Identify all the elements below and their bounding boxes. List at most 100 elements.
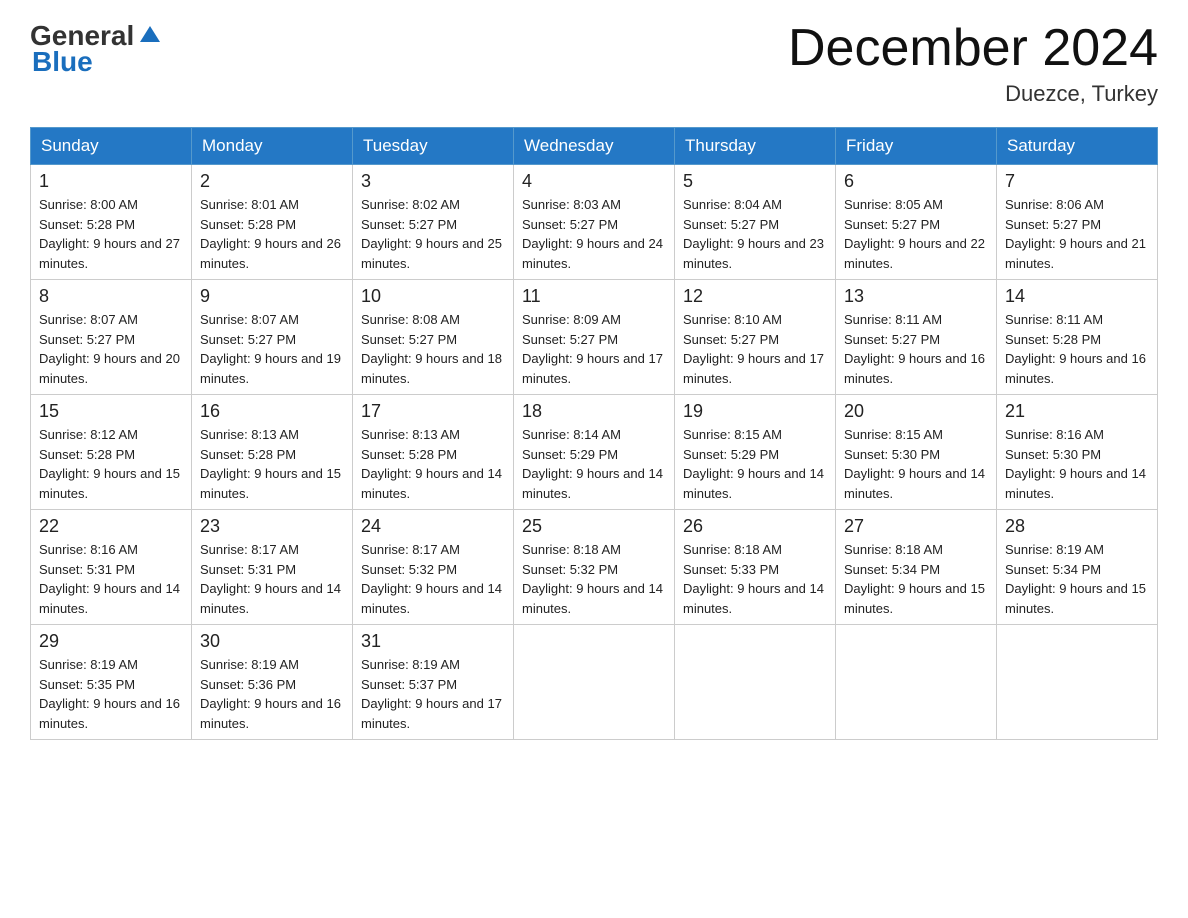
day-info: Sunrise: 8:19 AMSunset: 5:37 PMDaylight:… [361, 655, 505, 733]
day-number: 17 [361, 401, 505, 422]
calendar-header-monday: Monday [192, 128, 353, 165]
calendar-week-2: 8 Sunrise: 8:07 AMSunset: 5:27 PMDaylight… [31, 280, 1158, 395]
title-block: December 2024 Duezce, Turkey [788, 20, 1158, 107]
day-info: Sunrise: 8:17 AMSunset: 5:31 PMDaylight:… [200, 540, 344, 618]
calendar-cell: 12 Sunrise: 8:10 AMSunset: 5:27 PMDayligh… [675, 280, 836, 395]
day-info: Sunrise: 8:03 AMSunset: 5:27 PMDaylight:… [522, 195, 666, 273]
day-number: 31 [361, 631, 505, 652]
calendar-cell: 11 Sunrise: 8:09 AMSunset: 5:27 PMDayligh… [514, 280, 675, 395]
calendar-cell: 21 Sunrise: 8:16 AMSunset: 5:30 PMDayligh… [997, 395, 1158, 510]
calendar-cell [514, 625, 675, 740]
day-info: Sunrise: 8:07 AMSunset: 5:27 PMDaylight:… [200, 310, 344, 388]
day-number: 29 [39, 631, 183, 652]
day-number: 8 [39, 286, 183, 307]
day-number: 24 [361, 516, 505, 537]
calendar-cell: 17 Sunrise: 8:13 AMSunset: 5:28 PMDayligh… [353, 395, 514, 510]
page-header: General Blue December 2024 Duezce, Turke… [30, 20, 1158, 107]
calendar-cell [997, 625, 1158, 740]
calendar-cell: 24 Sunrise: 8:17 AMSunset: 5:32 PMDayligh… [353, 510, 514, 625]
day-number: 27 [844, 516, 988, 537]
day-info: Sunrise: 8:13 AMSunset: 5:28 PMDaylight:… [200, 425, 344, 503]
day-info: Sunrise: 8:11 AMSunset: 5:27 PMDaylight:… [844, 310, 988, 388]
calendar-cell: 27 Sunrise: 8:18 AMSunset: 5:34 PMDayligh… [836, 510, 997, 625]
logo-blue-text: Blue [32, 46, 93, 77]
day-info: Sunrise: 8:16 AMSunset: 5:31 PMDaylight:… [39, 540, 183, 618]
day-number: 30 [200, 631, 344, 652]
day-info: Sunrise: 8:13 AMSunset: 5:28 PMDaylight:… [361, 425, 505, 503]
calendar-cell: 26Sunrise: 8:18 AMSunset: 5:33 PMDayligh… [675, 510, 836, 625]
day-info: Sunrise: 8:02 AMSunset: 5:27 PMDaylight:… [361, 195, 505, 273]
calendar-header-wednesday: Wednesday [514, 128, 675, 165]
calendar-cell: 8 Sunrise: 8:07 AMSunset: 5:27 PMDaylight… [31, 280, 192, 395]
day-info: Sunrise: 8:07 AMSunset: 5:27 PMDaylight:… [39, 310, 183, 388]
calendar-cell: 25Sunrise: 8:18 AMSunset: 5:32 PMDayligh… [514, 510, 675, 625]
day-number: 10 [361, 286, 505, 307]
day-number: 3 [361, 171, 505, 192]
day-info: Sunrise: 8:14 AMSunset: 5:29 PMDaylight:… [522, 425, 666, 503]
calendar-week-3: 15 Sunrise: 8:12 AMSunset: 5:28 PMDayligh… [31, 395, 1158, 510]
day-number: 1 [39, 171, 183, 192]
calendar-cell: 4 Sunrise: 8:03 AMSunset: 5:27 PMDaylight… [514, 165, 675, 280]
day-number: 25 [522, 516, 666, 537]
day-info: Sunrise: 8:19 AMSunset: 5:36 PMDaylight:… [200, 655, 344, 733]
calendar-cell: 7 Sunrise: 8:06 AMSunset: 5:27 PMDaylight… [997, 165, 1158, 280]
day-info: Sunrise: 8:15 AMSunset: 5:29 PMDaylight:… [683, 425, 827, 503]
day-info: Sunrise: 8:10 AMSunset: 5:27 PMDaylight:… [683, 310, 827, 388]
day-info: Sunrise: 8:04 AMSunset: 5:27 PMDaylight:… [683, 195, 827, 273]
calendar-table: SundayMondayTuesdayWednesdayThursdayFrid… [30, 127, 1158, 740]
day-number: 23 [200, 516, 344, 537]
day-info: Sunrise: 8:12 AMSunset: 5:28 PMDaylight:… [39, 425, 183, 503]
day-number: 28 [1005, 516, 1149, 537]
calendar-cell: 9 Sunrise: 8:07 AMSunset: 5:27 PMDaylight… [192, 280, 353, 395]
day-info: Sunrise: 8:11 AMSunset: 5:28 PMDaylight:… [1005, 310, 1149, 388]
calendar-cell: 16Sunrise: 8:13 AMSunset: 5:28 PMDayligh… [192, 395, 353, 510]
calendar-cell: 22 Sunrise: 8:16 AMSunset: 5:31 PMDayligh… [31, 510, 192, 625]
day-info: Sunrise: 8:06 AMSunset: 5:27 PMDaylight:… [1005, 195, 1149, 273]
day-info: Sunrise: 8:19 AMSunset: 5:34 PMDaylight:… [1005, 540, 1149, 618]
day-info: Sunrise: 8:00 AMSunset: 5:28 PMDaylight:… [39, 195, 183, 273]
day-number: 9 [200, 286, 344, 307]
calendar-cell: 3 Sunrise: 8:02 AMSunset: 5:27 PMDaylight… [353, 165, 514, 280]
calendar-cell [675, 625, 836, 740]
day-info: Sunrise: 8:16 AMSunset: 5:30 PMDaylight:… [1005, 425, 1149, 503]
calendar-header-row: SundayMondayTuesdayWednesdayThursdayFrid… [31, 128, 1158, 165]
calendar-header-tuesday: Tuesday [353, 128, 514, 165]
subtitle: Duezce, Turkey [788, 81, 1158, 107]
day-number: 4 [522, 171, 666, 192]
day-info: Sunrise: 8:17 AMSunset: 5:32 PMDaylight:… [361, 540, 505, 618]
calendar-cell: 19 Sunrise: 8:15 AMSunset: 5:29 PMDayligh… [675, 395, 836, 510]
calendar-cell: 18Sunrise: 8:14 AMSunset: 5:29 PMDayligh… [514, 395, 675, 510]
day-info: Sunrise: 8:19 AMSunset: 5:35 PMDaylight:… [39, 655, 183, 733]
calendar-cell: 30 Sunrise: 8:19 AMSunset: 5:36 PMDayligh… [192, 625, 353, 740]
day-info: Sunrise: 8:08 AMSunset: 5:27 PMDaylight:… [361, 310, 505, 388]
calendar-cell: 23 Sunrise: 8:17 AMSunset: 5:31 PMDayligh… [192, 510, 353, 625]
calendar-cell: 2Sunrise: 8:01 AMSunset: 5:28 PMDaylight… [192, 165, 353, 280]
calendar-cell: 31 Sunrise: 8:19 AMSunset: 5:37 PMDayligh… [353, 625, 514, 740]
day-number: 26 [683, 516, 827, 537]
day-number: 21 [1005, 401, 1149, 422]
calendar-header-thursday: Thursday [675, 128, 836, 165]
day-number: 15 [39, 401, 183, 422]
calendar-header-friday: Friday [836, 128, 997, 165]
day-info: Sunrise: 8:05 AMSunset: 5:27 PMDaylight:… [844, 195, 988, 273]
day-number: 7 [1005, 171, 1149, 192]
calendar-week-1: 1 Sunrise: 8:00 AMSunset: 5:28 PMDaylight… [31, 165, 1158, 280]
main-title: December 2024 [788, 20, 1158, 77]
day-info: Sunrise: 8:18 AMSunset: 5:34 PMDaylight:… [844, 540, 988, 618]
day-number: 22 [39, 516, 183, 537]
day-info: Sunrise: 8:09 AMSunset: 5:27 PMDaylight:… [522, 310, 666, 388]
day-number: 11 [522, 286, 666, 307]
day-number: 12 [683, 286, 827, 307]
calendar-header-saturday: Saturday [997, 128, 1158, 165]
day-number: 2 [200, 171, 344, 192]
day-number: 14 [1005, 286, 1149, 307]
calendar-cell: 10 Sunrise: 8:08 AMSunset: 5:27 PMDayligh… [353, 280, 514, 395]
day-number: 19 [683, 401, 827, 422]
calendar-cell [836, 625, 997, 740]
calendar-cell: 29 Sunrise: 8:19 AMSunset: 5:35 PMDayligh… [31, 625, 192, 740]
day-info: Sunrise: 8:15 AMSunset: 5:30 PMDaylight:… [844, 425, 988, 503]
calendar-header-sunday: Sunday [31, 128, 192, 165]
day-number: 5 [683, 171, 827, 192]
calendar-cell: 6Sunrise: 8:05 AMSunset: 5:27 PMDaylight… [836, 165, 997, 280]
calendar-cell: 15 Sunrise: 8:12 AMSunset: 5:28 PMDayligh… [31, 395, 192, 510]
